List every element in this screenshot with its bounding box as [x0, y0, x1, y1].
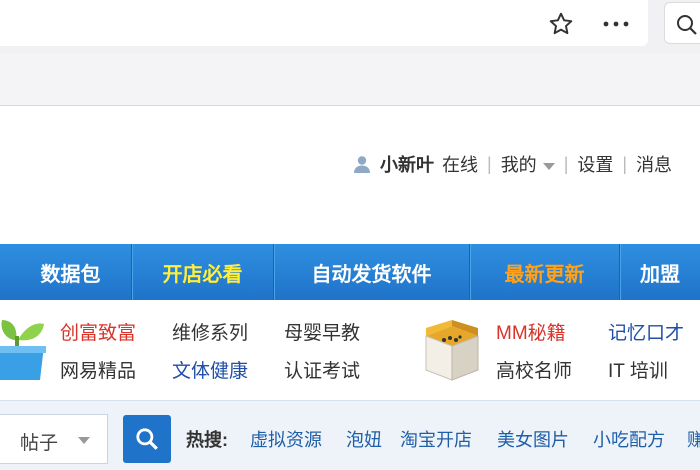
category-link[interactable]: 文体健康: [172, 356, 248, 383]
hot-search-link[interactable]: 赚: [687, 426, 700, 452]
favorite-star-icon[interactable]: [545, 8, 577, 40]
browser-toolbar: [0, 0, 700, 54]
plant-icon: [0, 320, 46, 380]
online-status: 在线: [442, 155, 478, 175]
category-link[interactable]: IT 培训: [608, 356, 668, 383]
chevron-down-icon: [78, 437, 90, 444]
search-button[interactable]: [123, 415, 171, 463]
my-menu[interactable]: 我的: [501, 151, 555, 177]
user-icon: [354, 156, 370, 173]
category-link[interactable]: 高校名师: [496, 356, 572, 383]
category-link[interactable]: 创富致富: [60, 318, 136, 345]
user-bar: 小新叶 在线 | 我的 | 设置 | 消息: [352, 150, 672, 178]
settings-link[interactable]: 设置: [577, 151, 613, 177]
username-link[interactable]: 小新叶: [380, 151, 434, 177]
category-link[interactable]: MM秘籍: [496, 318, 566, 345]
browser-search-box[interactable]: [664, 2, 700, 44]
messages-link[interactable]: 消息: [636, 151, 672, 177]
divider: |: [622, 153, 628, 174]
hot-search-link[interactable]: 淘宝开店: [400, 426, 472, 452]
hot-search-link[interactable]: 美女图片: [497, 426, 569, 452]
nav-item-join[interactable]: 加盟: [620, 244, 700, 300]
divider: |: [487, 153, 492, 174]
browser-secondary-bar: [0, 54, 700, 106]
hot-search-link[interactable]: 虚拟资源: [250, 426, 322, 452]
hot-search-link[interactable]: 小吃配方: [593, 426, 665, 452]
treasure-box-icon: [425, 320, 479, 381]
category-link[interactable]: 母婴早教: [284, 318, 360, 345]
category-link[interactable]: 认证考试: [284, 356, 360, 383]
category-link[interactable]: 记忆口才: [608, 318, 684, 345]
nav-item-latest[interactable]: 最新更新: [470, 244, 620, 300]
category-link[interactable]: 网易精品: [60, 356, 136, 383]
category-link[interactable]: 维修系列: [172, 318, 248, 345]
divider: |: [563, 153, 569, 174]
search-type-select[interactable]: 帖子: [0, 414, 108, 464]
nav-item-data-pack[interactable]: 数据包: [0, 244, 132, 300]
more-options-icon[interactable]: [598, 8, 634, 40]
search-icon: [136, 428, 158, 450]
nav-item-shop-guide[interactable]: 开店必看: [132, 244, 274, 300]
search-icon: [677, 15, 697, 35]
chevron-down-icon: [542, 162, 555, 170]
hot-search-label: 热搜:: [186, 430, 228, 450]
my-menu-label: 我的: [500, 155, 537, 175]
nav-item-auto-delivery[interactable]: 自动发货软件: [274, 244, 470, 300]
hot-search-link[interactable]: 泡妞: [346, 426, 382, 452]
main-nav: 数据包 开店必看 自动发货软件 最新更新 加盟: [0, 244, 700, 300]
category-panel: [0, 300, 700, 400]
search-type-value: 帖子: [20, 433, 59, 454]
